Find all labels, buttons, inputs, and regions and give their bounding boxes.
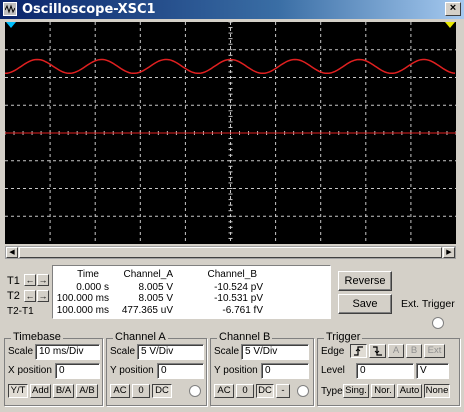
channel-a-ypos-label: Y position [110, 365, 154, 376]
channel-b-group: Channel B Scale 5 V/Div Y position 0 AC … [210, 331, 314, 406]
t1-right-arrow-icon[interactable]: → [37, 274, 49, 286]
readout-t1-channel-a: 8.005 V [138, 282, 173, 293]
trigger-none-button[interactable]: None [424, 384, 450, 398]
horizontal-scrollbar[interactable]: ◀ ▶ [5, 246, 456, 259]
mode-add-button[interactable]: Add [30, 384, 51, 398]
readout-header-channel-b: Channel_B [207, 269, 257, 280]
readout-t1-channel-b: -10.524 pV [214, 282, 263, 293]
scope-display[interactable] [5, 22, 456, 244]
falling-edge-button[interactable] [369, 344, 386, 358]
t2-right-arrow-icon[interactable]: → [37, 290, 49, 302]
trigger-edge-label: Edge [321, 346, 345, 357]
channel-b-scale-field[interactable]: 5 V/Div [241, 344, 309, 360]
timebase-title: Timebase [11, 331, 63, 343]
t2-label: T2 [7, 290, 20, 302]
channel-b-minus-button[interactable]: - [276, 384, 290, 398]
trigger-single-button[interactable]: Sing. [343, 384, 369, 398]
timebase-scale-field[interactable]: 10 ms/Div [35, 344, 100, 360]
channel-a-terminal-icon[interactable] [189, 385, 201, 397]
ext-trigger-label: Ext. Trigger [401, 298, 455, 310]
readout-diff-channel-b: -6.761 fV [222, 305, 263, 316]
title-bar: Oscilloscope-XSC1 × [0, 0, 464, 19]
trigger-b-button[interactable]: B [406, 344, 422, 358]
channel-a-zero-button[interactable]: 0 [132, 384, 150, 398]
channel-a-scale-field[interactable]: 5 V/Div [137, 344, 204, 360]
channel-b-ypos-field[interactable]: 0 [261, 363, 309, 379]
channel-b-scale-label: Scale [214, 346, 240, 357]
trigger-a-button[interactable]: A [388, 344, 404, 358]
window-title: Oscilloscope-XSC1 [22, 2, 156, 17]
oscilloscope-app-icon [3, 2, 17, 16]
cursor-t1-marker[interactable] [6, 22, 16, 28]
trigger-type-label: Type [321, 386, 343, 397]
readout-t2-channel-a: 8.005 V [138, 293, 173, 304]
trigger-auto-button[interactable]: Auto [397, 384, 422, 398]
scroll-left-icon[interactable]: ◀ [6, 247, 18, 258]
ext-trigger-terminal-icon[interactable] [432, 317, 444, 329]
mode-ba-button[interactable]: B/A [53, 384, 74, 398]
trigger-normal-button[interactable]: Nor. [371, 384, 395, 398]
timebase-scale-label: Scale [8, 346, 34, 357]
close-button[interactable]: × [445, 2, 461, 16]
scroll-right-icon[interactable]: ▶ [443, 247, 455, 258]
scope-grid-svg [5, 22, 456, 244]
channel-a-title: Channel A [113, 331, 168, 343]
readout-t1-time: 0.000 s [76, 282, 109, 293]
channel-b-dc-button[interactable]: DC [256, 384, 274, 398]
t2-left-arrow-icon[interactable]: ← [24, 290, 36, 302]
x-position-field[interactable]: 0 [55, 363, 100, 379]
cursor-readout-table: Time Channel_A Channel_B 0.000 s 8.005 V… [52, 265, 331, 319]
readout-header-time: Time [77, 269, 99, 280]
channel-b-zero-button[interactable]: 0 [236, 384, 254, 398]
channel-b-title: Channel B [217, 331, 273, 343]
trigger-level-field[interactable]: 0 [356, 363, 414, 379]
trigger-title: Trigger [324, 331, 363, 343]
timebase-group: Timebase Scale 10 ms/Div X position 0 Y/… [4, 331, 103, 406]
mode-ab-button[interactable]: A/B [76, 384, 98, 398]
channel-a-scale-label: Scale [110, 346, 136, 357]
channel-b-terminal-icon[interactable] [297, 385, 309, 397]
readout-diff-channel-a: 477.365 uV [121, 305, 173, 316]
trigger-level-unit-field[interactable]: V [416, 363, 449, 379]
channel-a-group: Channel A Scale 5 V/Div Y position 0 AC … [106, 331, 207, 406]
rising-edge-icon [354, 346, 363, 356]
readout-t2-channel-b: -10.531 pV [214, 293, 263, 304]
channel-a-ac-button[interactable]: AC [110, 384, 130, 398]
rising-edge-button[interactable] [350, 344, 367, 358]
t1-label: T1 [7, 275, 20, 287]
falling-edge-icon [373, 346, 382, 356]
trigger-level-label: Level [321, 365, 345, 376]
t2-t1-label: T2-T1 [7, 306, 34, 317]
channel-a-dc-button[interactable]: DC [152, 384, 172, 398]
channel-a-ypos-field[interactable]: 0 [157, 363, 204, 379]
scrollbar-thumb[interactable] [19, 247, 442, 258]
cursor-t2-marker[interactable] [445, 22, 455, 28]
save-button[interactable]: Save [338, 294, 392, 314]
channel-b-ypos-label: Y position [214, 365, 258, 376]
reverse-button[interactable]: Reverse [338, 271, 392, 291]
readout-header-channel-a: Channel_A [123, 269, 173, 280]
readout-t2-time: 100.000 ms [56, 293, 109, 304]
mode-yt-button[interactable]: Y/T [8, 384, 28, 398]
x-position-label: X position [8, 365, 52, 376]
t1-left-arrow-icon[interactable]: ← [24, 274, 36, 286]
trigger-group: Trigger Edge A B Ext Level 0 V Type Sing… [317, 331, 460, 406]
channel-b-ac-button[interactable]: AC [214, 384, 234, 398]
trigger-ext-button[interactable]: Ext [424, 344, 445, 358]
readout-diff-time: 100.000 ms [56, 305, 109, 316]
